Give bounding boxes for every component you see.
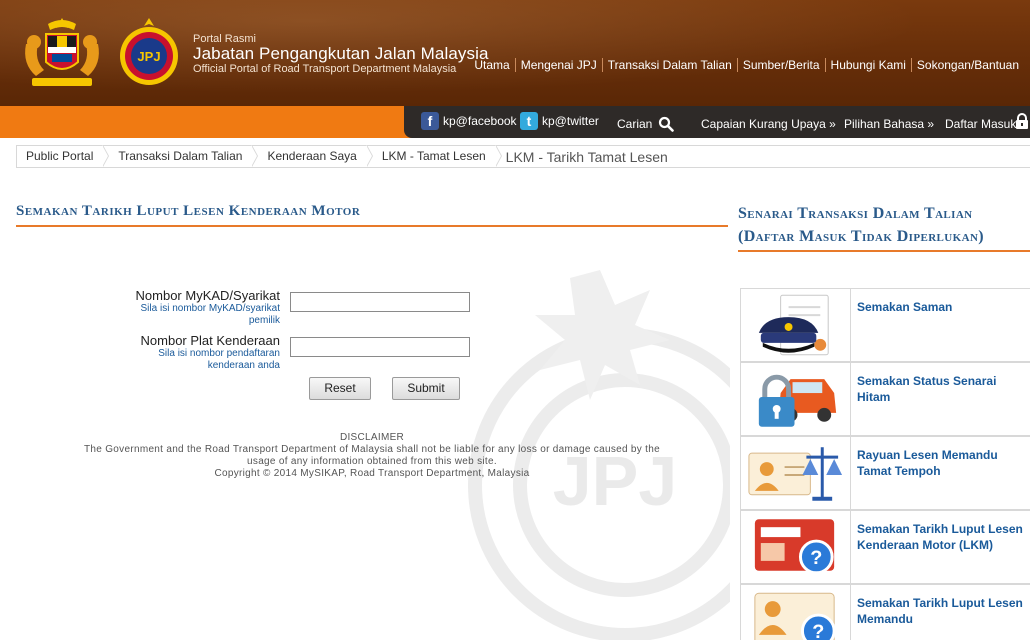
license-scale-icon (748, 437, 851, 509)
transaction-label[interactable]: Semakan Status Senarai Hitam (857, 373, 1027, 405)
search-link[interactable]: Carian (617, 117, 652, 131)
facebook-label: kp@facebook (443, 114, 517, 128)
copyright: Copyright © 2014 MySIKAP, Road Transport… (214, 468, 530, 479)
breadcrumb-public-portal[interactable]: Public Portal (17, 145, 110, 167)
svg-text:?: ? (810, 547, 822, 569)
jpj-logo-icon[interactable]: JPJ (116, 16, 182, 88)
breadcrumb-kenderaan-saya[interactable]: Kenderaan Saya (258, 145, 374, 167)
transaction-item-tarikh-luput-lkm[interactable]: ? Semakan Tarikh Luput Lesen Kenderaan M… (740, 510, 1030, 584)
plate-label: Nombor Plat Kenderaan (140, 333, 280, 348)
reset-button[interactable]: Reset (309, 377, 371, 400)
nav-mengenai-jpj[interactable]: Mengenai JPJ (516, 58, 602, 72)
driving-license-question-icon: ? (754, 585, 851, 640)
transaction-label[interactable]: Semakan Tarikh Luput Lesen Kenderaan Mot… (857, 521, 1027, 553)
nav-hubungi-kami[interactable]: Hubungi Kami (826, 58, 911, 72)
twitter-label: kp@twitter (542, 114, 599, 128)
transaction-label[interactable]: Semakan Saman (857, 299, 1027, 315)
mykad-hint-line1: Sila isi nombor MyKAD/syarikat (140, 303, 280, 314)
transaction-item-semakan-saman[interactable]: Semakan Saman (740, 288, 1030, 362)
language-link[interactable]: Pilihan Bahasa » (844, 117, 934, 131)
mykad-input[interactable] (290, 292, 470, 312)
lock-icon[interactable] (1015, 113, 1029, 129)
accessibility-link[interactable]: Capaian Kurang Upaya » (701, 117, 836, 131)
breadcrumb-lkm-tamat-lesen[interactable]: LKM - Tamat Lesen (373, 145, 502, 167)
sidebar-title-line2: (Daftar Masuk Tidak Diperlukan) (738, 228, 985, 245)
breadcrumb: Public Portal Transaksi Dalam Talian Ken… (16, 145, 1030, 168)
nav-utama[interactable]: Utama (469, 58, 514, 72)
twitter-link[interactable]: t kp@twitter (520, 112, 599, 130)
svg-text:JPJ: JPJ (137, 49, 160, 64)
form-title: Semakan Tarikh Luput Lesen Kenderaan Mot… (16, 203, 361, 219)
facebook-icon: f (421, 112, 439, 130)
submit-button[interactable]: Submit (392, 377, 460, 400)
mykad-label: Nombor MyKAD/Syarikat (135, 288, 280, 303)
police-cap-icon (758, 289, 851, 361)
facebook-link[interactable]: f kp@facebook (421, 112, 517, 130)
breadcrumb-transaksi-dalam-talian[interactable]: Transaksi Dalam Talian (109, 145, 259, 167)
top-navigation: Utama Mengenai JPJ Transaksi Dalam Talia… (469, 58, 1024, 72)
login-link[interactable]: Daftar Masuk (945, 117, 1016, 131)
site-header: JPJ Portal Rasmi Jabatan Pengangkutan Ja… (0, 0, 1030, 106)
transaction-item-rayuan-lesen[interactable]: Rayuan Lesen Memandu Tamat Tempoh (740, 436, 1030, 510)
disclaimer-text-line2: usage of any information obtained from t… (247, 456, 497, 467)
sidebar-title-divider (738, 250, 1030, 252)
transaction-label[interactable]: Rayuan Lesen Memandu Tamat Tempoh (857, 447, 1027, 479)
title-divider (16, 225, 728, 227)
sidebar-title: Senarai Transaksi Dalam Talian (Daftar M… (738, 202, 1030, 248)
svg-text:?: ? (812, 621, 824, 640)
transaction-item-tarikh-luput-lesen-memandu[interactable]: ? Semakan Tarikh Luput Lesen Memandu (740, 584, 1030, 640)
plate-hint-line2: kenderaan anda (207, 360, 280, 371)
department-name-english: Official Portal of Road Transport Depart… (193, 63, 457, 75)
nav-sumber-berita[interactable]: Sumber/Berita (738, 58, 825, 72)
nav-transaksi-dalam-talian[interactable]: Transaksi Dalam Talian (603, 58, 737, 72)
locked-car-icon (758, 363, 851, 435)
nav-sokongan-bantuan[interactable]: Sokongan/Bantuan (912, 58, 1024, 72)
transaction-label[interactable]: Semakan Tarikh Luput Lesen Memandu (857, 595, 1027, 627)
twitter-icon: t (520, 112, 538, 130)
disclaimer-text-line1: The Government and the Road Transport De… (84, 444, 660, 455)
disclaimer-heading: DISCLAIMER (339, 432, 405, 443)
transaction-list: Semakan Saman Semakan Status Senarai Hit… (740, 288, 1030, 640)
vehicle-license-question-icon: ? (754, 511, 851, 583)
disclaimer: DISCLAIMER The Government and the Road T… (16, 432, 728, 480)
transaction-item-senarai-hitam[interactable]: Semakan Status Senarai Hitam (740, 362, 1030, 436)
plate-input[interactable] (290, 337, 470, 357)
sidebar-title-line1: Senarai Transaksi Dalam Talian (738, 205, 973, 222)
plate-hint-line1: Sila isi nombor pendaftaran (158, 348, 280, 359)
department-name[interactable]: Jabatan Pengangkutan Jalan Malaysia (193, 44, 489, 64)
mykad-hint-line2: pemilik (248, 315, 280, 326)
search-icon[interactable] (658, 116, 674, 132)
breadcrumb-current: LKM - Tarikh Tamat Lesen (505, 148, 668, 165)
malaysia-coat-of-arms-icon[interactable] (18, 14, 106, 92)
